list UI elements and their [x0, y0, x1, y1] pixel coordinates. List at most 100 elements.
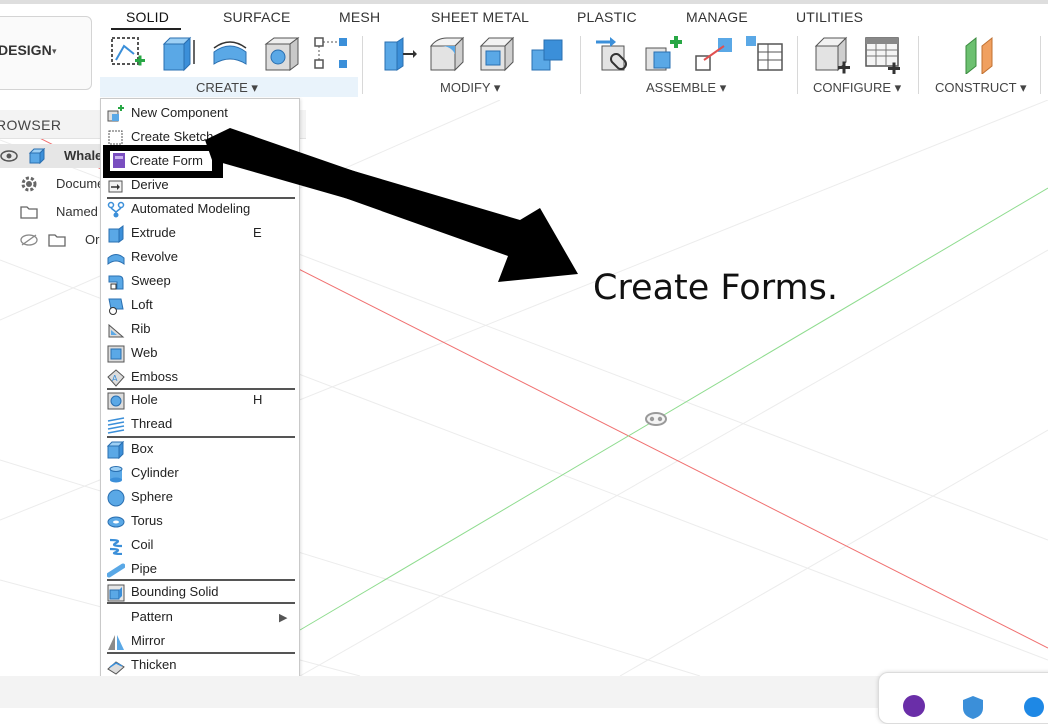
menu-item-hole[interactable]: Hole H [101, 389, 299, 412]
extrude-icon[interactable] [158, 34, 198, 74]
menu-item-rib[interactable]: Rib [101, 318, 299, 341]
menu-label: Sweep [131, 273, 171, 288]
bounding-solid-icon [107, 584, 125, 602]
app-tray-icon[interactable] [903, 695, 925, 717]
construct-plane-icon[interactable] [960, 34, 1000, 74]
modify-group-label[interactable]: MODIFY ▾ [440, 80, 500, 96]
coil-icon [109, 538, 123, 555]
configure-icon[interactable] [812, 34, 852, 74]
shortcut-key: H [253, 392, 263, 407]
press-pull-icon[interactable] [377, 34, 417, 74]
cylinder-icon [109, 466, 123, 483]
component-icon [28, 148, 46, 164]
joint-icon[interactable] [594, 34, 634, 74]
tab-surface[interactable]: SURFACE [223, 9, 291, 25]
chevron-down-icon: ▾ [52, 46, 57, 56]
menu-label: Hole [131, 392, 158, 407]
fillet-icon[interactable] [427, 34, 467, 74]
box-icon [107, 441, 125, 459]
tab-utilities[interactable]: UTILITIES [796, 9, 863, 25]
menu-item-pattern[interactable]: Pattern ▶ [101, 606, 299, 629]
hole-icon[interactable] [262, 34, 302, 74]
menu-item-sphere[interactable]: Sphere [101, 486, 299, 509]
combine-icon[interactable] [528, 34, 568, 74]
assemble-group-label[interactable]: ASSEMBLE ▾ [646, 80, 726, 96]
menu-label: Bounding Solid [131, 584, 219, 599]
menu-label: Box [131, 441, 154, 456]
new-component-icon [107, 105, 124, 122]
extrude-icon [108, 225, 124, 243]
menu-item-torus[interactable]: Torus [101, 510, 299, 533]
loft-icon [108, 298, 124, 315]
tab-manage[interactable]: MANAGE [686, 9, 748, 25]
pipe-icon [107, 563, 125, 578]
tab-mesh[interactable]: MESH [339, 9, 380, 25]
pattern-icon[interactable] [312, 34, 352, 74]
shortcut-key: E [253, 225, 262, 240]
menu-item-pipe[interactable]: Pipe [101, 558, 299, 581]
menu-item-extrude[interactable]: Extrude E [101, 222, 299, 245]
rib-icon [108, 323, 125, 338]
menu-item-coil[interactable]: Coil [101, 534, 299, 557]
tree-row-origin[interactable]: › Or [0, 228, 100, 252]
torus-icon [107, 516, 125, 528]
menu-item-thicken[interactable]: Thicken [101, 654, 299, 677]
tab-bar: SOLID SURFACE MESH SHEET METAL PLASTIC M… [0, 4, 1048, 30]
menu-item-emboss[interactable]: A Emboss [101, 366, 299, 389]
joint-table-icon[interactable] [744, 34, 784, 74]
menu-label: New Component [131, 105, 228, 120]
menu-item-mirror[interactable]: Mirror [101, 630, 299, 653]
hole-icon [107, 392, 125, 410]
menu-label: Sphere [131, 489, 173, 504]
shell-icon[interactable] [477, 34, 517, 74]
tree-label-origin: Or [85, 232, 100, 247]
menu-item-bounding-solid[interactable]: Bounding Solid [101, 581, 299, 604]
menu-item-cylinder[interactable]: Cylinder [101, 462, 299, 485]
menu-label: Rib [131, 321, 151, 336]
submenu-arrow-icon: ▶ [279, 612, 288, 624]
system-tray [878, 672, 1048, 724]
configuration-table-icon[interactable] [862, 34, 902, 74]
menu-item-thread[interactable]: Thread [101, 413, 299, 436]
construct-group-label[interactable]: CONSTRUCT ▾ [935, 80, 1027, 96]
create-dropdown-menu: New Component Create Sketch Create Form … [100, 98, 300, 678]
menu-item-web[interactable]: Web [101, 342, 299, 365]
menu-item-new-component[interactable]: New Component [101, 102, 299, 125]
configure-group-label[interactable]: CONFIGURE ▾ [813, 80, 901, 96]
menu-label: Create Sketch [131, 129, 214, 144]
revolve-icon [107, 254, 125, 265]
tab-sheet-metal[interactable]: SHEET METAL [431, 9, 529, 25]
eye-hidden-icon[interactable] [20, 234, 38, 246]
menu-label: Revolve [131, 249, 178, 264]
annotation-text: Create Forms. [593, 268, 838, 308]
svg-text:A: A [112, 374, 118, 383]
new-component-icon[interactable] [644, 34, 684, 74]
menu-item-sweep[interactable]: Sweep [101, 270, 299, 293]
tree-row-root[interactable]: Whale [0, 144, 102, 168]
menu-item-revolve[interactable]: Revolve [101, 246, 299, 269]
bluetooth-icon[interactable] [1024, 697, 1044, 717]
tab-plastic[interactable]: PLASTIC [577, 9, 637, 25]
menu-item-loft[interactable]: Loft [101, 294, 299, 317]
eye-icon[interactable] [0, 150, 18, 162]
menu-label: Automated Modeling [131, 201, 251, 216]
shield-icon[interactable] [961, 695, 985, 719]
menu-label: Cylinder [131, 465, 179, 480]
mirror-icon [108, 635, 124, 650]
divider [1040, 36, 1041, 94]
tree-row-document-settings[interactable]: › Docume [0, 172, 104, 196]
revolve-icon[interactable] [210, 34, 250, 74]
workspace-label: DESIGN [0, 42, 52, 58]
menu-separator [107, 602, 295, 604]
new-sketch-icon[interactable] [108, 34, 148, 74]
tree-row-named-views[interactable]: › Named [0, 200, 100, 224]
tab-solid[interactable]: SOLID [126, 9, 169, 25]
as-built-joint-icon[interactable] [694, 34, 734, 74]
thicken-icon [107, 661, 125, 675]
menu-item-automated-modeling[interactable]: Automated Modeling [101, 198, 299, 221]
create-group-label[interactable]: CREATE ▾ [196, 80, 258, 96]
menu-item-box[interactable]: Box [101, 438, 299, 461]
web-icon [107, 345, 125, 363]
menu-label: Loft [131, 297, 153, 312]
menu-label: Coil [131, 537, 154, 552]
